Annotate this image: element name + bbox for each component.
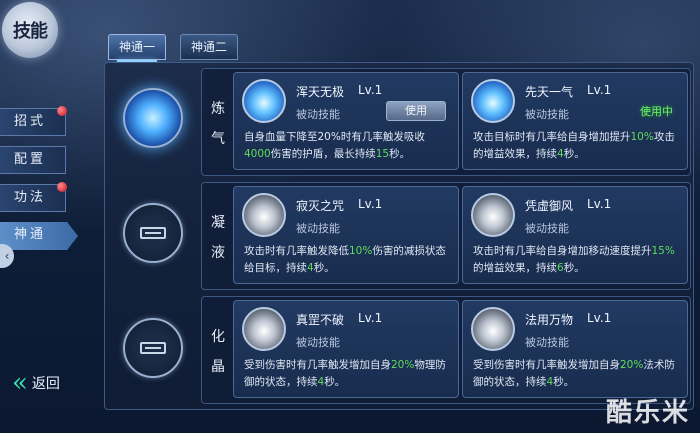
side-menu-label: 配置: [14, 152, 47, 167]
skill-type: 被动技能: [296, 108, 340, 121]
skill-card[interactable]: 先天一气 Lv.1 被动技能 使用中攻击目标时有几率给自身增加提升10%攻击的增益效果…: [462, 72, 688, 170]
back-label: 返回: [31, 376, 60, 392]
row-label-char: 凝: [211, 215, 225, 231]
skill-name: 先天一气: [525, 85, 574, 99]
locked-slab-icon: [140, 342, 166, 354]
row-label-huajing: 化 晶: [206, 326, 230, 376]
desc-text: 秒。: [389, 148, 411, 160]
skill-type: 被动技能: [525, 222, 569, 235]
skill-icon[interactable]: [471, 79, 515, 123]
desc-text: 秒。: [563, 262, 585, 274]
skills-title-emblem: 技能: [2, 2, 58, 58]
desc-text: 攻击目标时有几率给自身增加提升: [473, 131, 631, 143]
skill-type: 被动技能: [525, 336, 569, 349]
skill-level: Lv.1: [587, 311, 612, 325]
skill-name: 寂灭之咒: [296, 199, 345, 213]
back-button[interactable]: « 返回: [12, 370, 60, 396]
side-menu-zhaoshi[interactable]: 招式: [0, 106, 67, 136]
desc-text: 攻击时有几率给自身增加移动速度提升: [473, 245, 652, 257]
skill-name: 浑天无极: [296, 85, 345, 99]
highlight-value: 4000: [244, 148, 271, 160]
highlight-value: 10%: [349, 245, 373, 257]
highlight-value: 15: [375, 148, 390, 160]
highlight-value: 4: [307, 262, 314, 274]
back-arrow-icon: «: [12, 368, 28, 398]
side-menu-gongfa[interactable]: 功法: [0, 182, 67, 212]
row-label-lianqi: 炼 气: [206, 98, 230, 148]
row-label-ningye: 凝 液: [206, 212, 230, 262]
desc-text: 自身血量下降至20%时有几率触发吸收: [244, 131, 425, 143]
skill-level: Lv.1: [587, 197, 612, 211]
desc-text: 受到伤害时有几率触发增加自身: [244, 359, 391, 371]
desc-text: 秒。: [553, 376, 575, 388]
desc-text: 伤害的护盾，最长持续: [270, 148, 376, 160]
skill-card[interactable]: 凭虚御风 Lv.1 被动技能攻击时有几率给自身增加移动速度提升15% 的增益效果，持续…: [462, 186, 688, 284]
page-title: 技能: [13, 21, 48, 42]
skill-type: 被动技能: [296, 336, 340, 349]
in-use-status: 使用中: [640, 105, 673, 118]
skill-description: 自身血量下降至20%时有几率触发吸收 4000伤害的护盾，最长持续15秒。: [244, 129, 450, 163]
skill-icon[interactable]: [242, 79, 286, 123]
skill-level: Lv.1: [587, 83, 612, 97]
skill-level: Lv.1: [358, 83, 383, 97]
skill-description: 攻击时有几率触发降低10%伤害的减损状态给目标，持续4秒。: [244, 243, 450, 277]
desc-text: 秒。: [324, 376, 346, 388]
row-label-char: 炼: [211, 101, 225, 117]
row-label-char: 晶: [211, 359, 225, 375]
locked-slab-icon: [140, 227, 166, 239]
desc-text: 受到伤害时有几率触发增加自身: [473, 359, 620, 371]
row-label-char: 气: [211, 131, 225, 147]
desc-text: 秒。: [313, 262, 335, 274]
side-menu-label: 功法: [14, 190, 47, 205]
notification-dot: [57, 182, 67, 192]
skill-description: 受到伤害时有几率触发增加自身20%物理防御的状态，持续4秒。: [244, 357, 450, 391]
skill-level: Lv.1: [358, 311, 383, 325]
highlight-value: 15%: [651, 245, 675, 257]
highlight-value: 4: [557, 148, 564, 160]
skill-card[interactable]: 法用万物 Lv.1 被动技能受到伤害时有几率触发增加自身20%法术防御的状态，持续4…: [462, 300, 688, 398]
skill-name: 真罡不破: [296, 313, 345, 327]
realm-orb-huajing[interactable]: [123, 318, 183, 378]
skill-name: 法用万物: [525, 313, 574, 327]
skill-card[interactable]: 浑天无极 Lv.1 被动技能 使用自身血量下降至20%时有几率触发吸收 4000伤害的护…: [233, 72, 459, 170]
highlight-value: 20%: [620, 359, 644, 371]
desc-text: 秒。: [563, 148, 585, 160]
side-menu-shentong[interactable]: 神通: [0, 222, 78, 250]
tab-shentong-1[interactable]: 神通一: [108, 34, 167, 62]
skill-type: 被动技能: [296, 222, 340, 235]
side-menu-peizhi[interactable]: 配置: [0, 146, 66, 174]
skill-description: 攻击时有几率给自身增加移动速度提升15% 的增益效果，持续6秒。: [473, 243, 679, 277]
skill-icon[interactable]: [242, 307, 286, 351]
realm-orb-ningye[interactable]: [123, 203, 183, 263]
highlight-value: 6: [557, 262, 564, 274]
desc-text: 攻击时有几率触发降低: [244, 245, 349, 257]
notification-dot: [57, 106, 67, 116]
skill-icon[interactable]: [242, 193, 286, 237]
skill-card[interactable]: 真罡不破 Lv.1 被动技能受到伤害时有几率触发增加自身20%物理防御的状态，持续4…: [233, 300, 459, 398]
skill-level: Lv.1: [358, 197, 383, 211]
skill-icon[interactable]: [471, 307, 515, 351]
skill-type: 被动技能: [525, 108, 569, 121]
skill-icon[interactable]: [471, 193, 515, 237]
desc-text: 的增益效果，持续: [473, 262, 557, 274]
tab-shentong-2[interactable]: 神通二: [180, 34, 239, 60]
skill-description: 攻击目标时有几率给自身增加提升10%攻击的增益效果，持续4秒。: [473, 129, 679, 163]
highlight-value: 20%: [391, 359, 415, 371]
watermark: 酷乐米: [605, 398, 690, 428]
row-label-char: 化: [211, 329, 225, 345]
highlight-value: 10%: [630, 131, 654, 143]
skill-description: 受到伤害时有几率触发增加自身20%法术防御的状态，持续4秒。: [473, 357, 679, 391]
skill-name: 凭虚御风: [525, 199, 574, 213]
realm-orb-lianqi[interactable]: [123, 88, 183, 148]
use-button[interactable]: 使用: [386, 101, 446, 121]
side-menu-label: 招式: [14, 114, 47, 129]
skill-card[interactable]: 寂灭之咒 Lv.1 被动技能攻击时有几率触发降低10%伤害的减损状态给目标，持续4秒…: [233, 186, 459, 284]
side-menu-label: 神通: [14, 227, 47, 242]
row-label-char: 液: [211, 245, 225, 261]
